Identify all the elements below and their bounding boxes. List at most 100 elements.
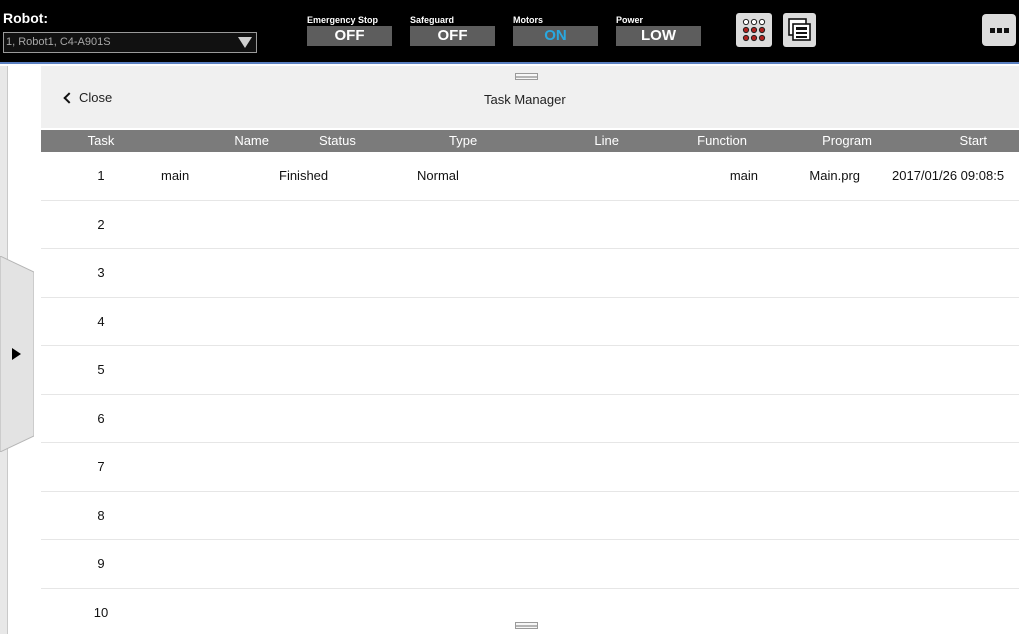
cell-function [619,298,759,346]
cell-program [759,443,874,491]
cell-program [759,346,874,394]
cell-start [874,249,1019,297]
power-value[interactable]: LOW [616,26,701,46]
table-row[interactable]: 1 main Finished Normal main Main.prg 2017/01/2… [41,152,1019,201]
cell-task: 7 [97,459,105,474]
cell-task: 3 [97,265,105,280]
cell-line [547,540,619,588]
more-menu-button[interactable] [982,14,1016,46]
cell-status [277,492,417,540]
cell-task: 9 [97,556,105,571]
cell-type [417,540,547,588]
cell-program [759,540,874,588]
cell-program [759,201,874,249]
column-header-line[interactable]: Line [547,130,619,152]
cell-type: Normal [417,168,459,183]
cell-name: main [161,168,190,183]
cell-task: 2 [97,216,105,232]
cell-line [547,249,619,297]
side-panel-toggle[interactable] [0,256,34,452]
cell-program [759,492,874,540]
bottom-resize-handle[interactable] [515,622,538,629]
cell-task: 6 [97,410,105,426]
cell-type [417,492,547,540]
cell-program [759,249,874,297]
column-header-name[interactable]: Name [159,130,277,152]
emergency-stop-status: Emergency Stop OFF [307,14,392,46]
cell-status [277,395,417,443]
cell-function [619,540,759,588]
cell-start [874,492,1019,540]
motors-status: Motors ON [513,14,598,46]
safeguard-label: Safeguard [410,15,455,25]
robot-select[interactable]: 1, Robot1, C4-A901S [3,32,257,53]
cell-name [159,249,277,297]
cell-start [874,395,1019,443]
column-header-status[interactable]: Status [277,130,417,152]
power-label: Power [616,15,644,25]
table-row[interactable]: 7 [41,443,1019,492]
page-title: Task Manager [484,92,566,107]
cell-status [277,249,417,297]
column-header-function[interactable]: Function [619,130,759,152]
cell-line [547,201,619,249]
cell-line [547,395,619,443]
cell-program [759,589,874,634]
cell-name [159,395,277,443]
column-header-task[interactable]: Task [41,130,159,152]
cell-task: 5 [97,362,105,377]
cell-line [547,589,619,634]
task-windows-icon [788,18,811,41]
table-row[interactable]: 6 [41,394,1019,443]
top-resize-handle[interactable] [515,73,538,80]
cell-status [277,346,417,394]
cell-program [759,298,874,346]
cell-task: 4 [97,313,105,329]
more-menu-icon [989,28,995,33]
motors-value[interactable]: ON [513,26,598,46]
top-status-bar: Robot: 1, Robot1, C4-A901S Emergency Sto… [0,0,1019,64]
close-button[interactable]: Close [63,90,112,105]
cell-status [277,540,417,588]
cell-type [417,298,547,346]
table-row[interactable]: 9 [41,540,1019,589]
column-header-start[interactable]: Start [874,130,1019,152]
cell-task: 8 [97,507,105,523]
cell-type [417,443,547,491]
cell-type [417,346,547,394]
table-header: Task Name Status Type Line Function Prog… [41,130,1019,152]
cell-line [547,298,619,346]
column-header-program[interactable]: Program [759,130,874,152]
emergency-stop-value: OFF [307,26,392,46]
cell-name [159,540,277,588]
cell-start [874,540,1019,588]
cell-type [417,201,547,249]
cell-function: main [729,168,758,183]
cell-function [619,201,759,249]
cell-start [874,298,1019,346]
column-header-type[interactable]: Type [417,130,547,152]
task-windows-button[interactable] [783,13,816,47]
robot-label: Robot: [3,10,49,26]
table-row[interactable]: 5 [41,346,1019,395]
cell-status [277,589,417,634]
table-row[interactable]: 4 [41,297,1019,346]
cell-name [159,201,277,249]
power-status: Power LOW [616,14,701,46]
cell-function [619,443,759,491]
table-row[interactable]: 3 [41,249,1019,298]
io-monitor-button[interactable] [736,13,772,47]
cell-function [619,395,759,443]
cell-name [159,298,277,346]
table-row[interactable]: 8 [41,491,1019,540]
cell-start [874,443,1019,491]
cell-name [159,346,277,394]
robot-select-value: 1, Robot1, C4-A901S [6,36,111,48]
safeguard-value: OFF [410,26,495,46]
table-row[interactable]: 2 [41,200,1019,249]
io-monitor-icon [742,18,766,42]
cell-name [159,589,277,634]
cell-status [277,443,417,491]
table-body: 1 main Finished Normal main Main.prg 2017/01/2… [41,152,1019,634]
cell-type [417,249,547,297]
